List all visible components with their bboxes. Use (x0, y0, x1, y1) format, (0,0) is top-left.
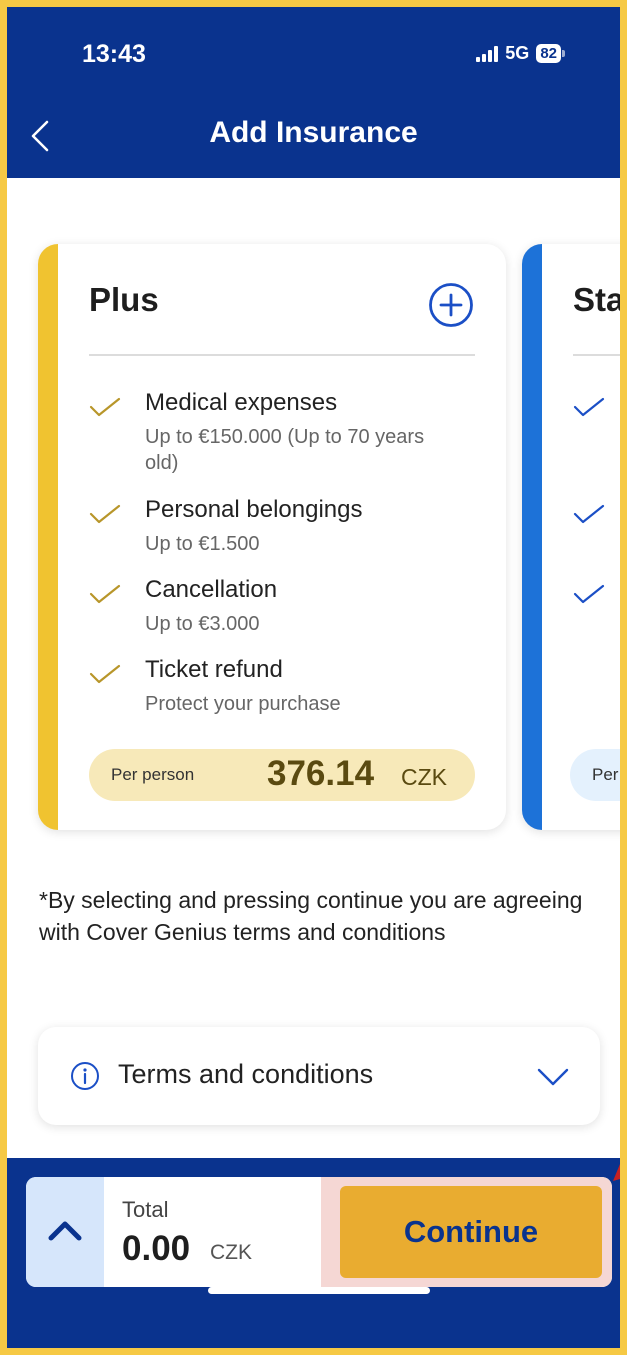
total-label: Total (122, 1197, 169, 1222)
chevron-down-icon[interactable] (536, 1067, 570, 1087)
feature-name: Cancellation (145, 576, 278, 603)
continue-highlight: Continue (321, 1177, 612, 1287)
network-type: 5G (505, 43, 530, 63)
price-label: Per person (111, 765, 195, 784)
checkout-bar: Total 0.00 CZK Continue (7, 1158, 620, 1348)
page-title: Add Insurance (209, 116, 418, 149)
expand-summary-button[interactable] (26, 1177, 104, 1287)
feature-desc: Up to €1.500 (145, 533, 260, 555)
pointer-arrow-icon (613, 1164, 620, 1181)
total-currency: CZK (210, 1241, 252, 1264)
price-value: 376.14 (267, 754, 375, 793)
total-value: 0.00 (122, 1229, 191, 1268)
feature-name: Personal belongings (145, 496, 363, 523)
battery-icon: 82 (536, 44, 561, 63)
terms-accordion[interactable]: Terms and conditions (38, 1027, 600, 1125)
feature-name: Ticket refund (145, 656, 283, 683)
check-icon (89, 397, 121, 417)
header-bar: 13:43 5G 82 Add Insurance (7, 7, 620, 178)
check-icon (573, 504, 605, 524)
feature-desc: Up to €150.000 (Up to 70 years old) (145, 426, 425, 474)
check-icon (89, 664, 121, 684)
home-indicator (208, 1287, 430, 1294)
status-time: 13:43 (82, 40, 146, 68)
feature-desc: Protect your purchase (145, 693, 341, 715)
battery-tip (562, 50, 565, 57)
check-icon (89, 504, 121, 524)
app-screen: 13:43 5G 82 Add Insurance Plus Medical e… (7, 7, 620, 1348)
chevron-up-icon (48, 1221, 82, 1241)
feature-name: Medical expenses (145, 389, 338, 416)
price-label: Per (592, 765, 619, 784)
disclaimer-text: *By selecting and pressing continue you … (39, 887, 583, 945)
terms-label: Terms and conditions (118, 1059, 374, 1089)
continue-button[interactable]: Continue (340, 1186, 602, 1278)
status-indicators: 5G 82 (476, 43, 565, 64)
total-panel: Total 0.00 CZK Continue (26, 1177, 612, 1287)
price-pill: Per person 376.14 CZK (89, 749, 475, 801)
divider (573, 354, 620, 356)
plan-title: Sta (573, 281, 620, 318)
price-pill: Per (570, 749, 620, 801)
feature-desc: Up to €3.000 (145, 613, 260, 635)
price-currency: CZK (401, 764, 447, 790)
check-icon (573, 397, 605, 417)
divider (89, 354, 475, 356)
add-plan-icon[interactable] (428, 282, 474, 328)
plan-card-plus[interactable]: Plus Medical expenses Up to €150.000 (Up… (38, 244, 506, 830)
check-icon (89, 584, 121, 604)
plan-card-standard[interactable]: Sta Per (522, 244, 620, 830)
plan-title: Plus (89, 281, 159, 318)
signal-icon (476, 45, 499, 62)
info-icon (71, 1062, 99, 1090)
check-icon (573, 584, 605, 604)
